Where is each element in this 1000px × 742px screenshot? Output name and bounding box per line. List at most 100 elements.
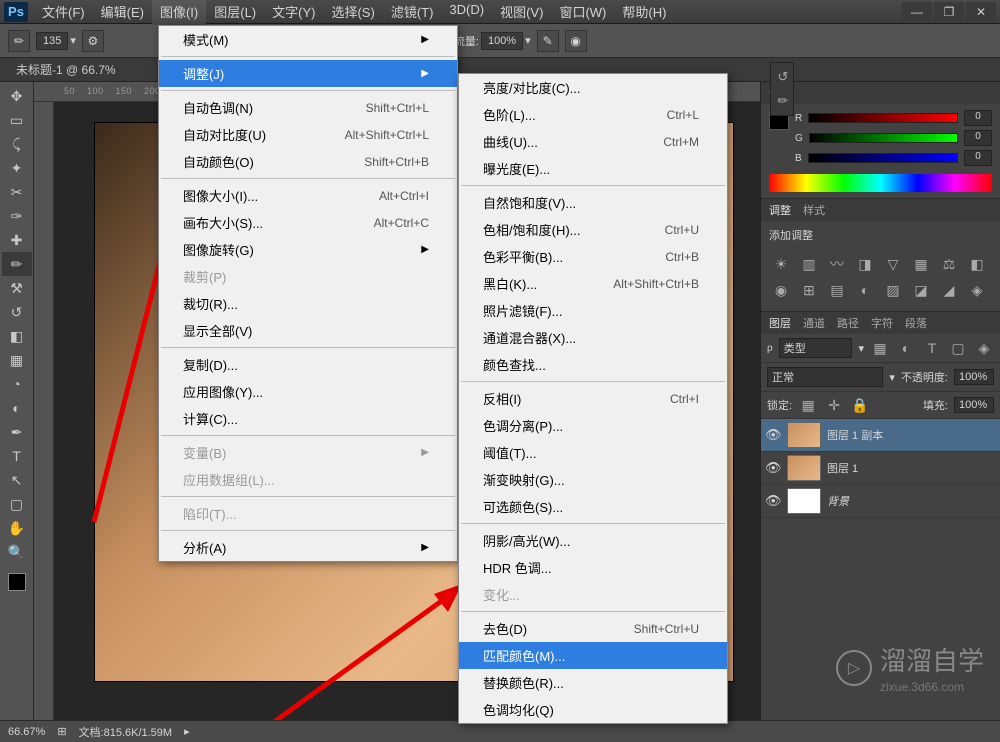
menu-item[interactable]: 色彩平衡(B)...Ctrl+B — [459, 243, 727, 270]
r-value[interactable]: 0 — [964, 110, 992, 126]
layer-name[interactable]: 背景 — [827, 493, 849, 509]
layer-thumbnail[interactable] — [787, 455, 821, 481]
brush-tool[interactable]: ✏ — [2, 252, 32, 276]
color-spectrum[interactable] — [769, 174, 992, 192]
b-value[interactable]: 0 — [964, 150, 992, 166]
visibility-icon[interactable]: 👁 — [765, 493, 781, 509]
styles-tab[interactable]: 样式 — [803, 202, 825, 218]
move-tool[interactable]: ✥ — [2, 84, 32, 108]
menu-item[interactable]: 反相(I)Ctrl+I — [459, 385, 727, 412]
history-icon[interactable]: ↺ — [773, 67, 793, 87]
menu-y[interactable]: 文字(Y) — [264, 0, 323, 25]
g-slider[interactable] — [809, 133, 958, 143]
b-slider[interactable] — [808, 153, 958, 163]
healing-tool[interactable]: ✚ — [2, 228, 32, 252]
layer-thumbnail[interactable] — [787, 488, 821, 514]
brightness-icon[interactable]: ☀ — [771, 255, 791, 273]
menu-item[interactable]: 去色(D)Shift+Ctrl+U — [459, 615, 727, 642]
brush-size-value[interactable]: 135 — [36, 32, 68, 50]
menu-item[interactable]: 色阶(L)...Ctrl+L — [459, 101, 727, 128]
layer-row[interactable]: 👁 图层 1 — [761, 452, 1000, 485]
paths-tab[interactable]: 路径 — [837, 315, 859, 331]
foreground-color[interactable] — [2, 570, 32, 594]
menu-item[interactable]: 阈值(T)... — [459, 439, 727, 466]
menu-item[interactable]: 替换颜色(R)... — [459, 669, 727, 696]
crop-tool[interactable]: ✂ — [2, 180, 32, 204]
gradient-tool[interactable]: ▦ — [2, 348, 32, 372]
ruler-vertical[interactable] — [34, 102, 54, 734]
adjustments-tab[interactable]: 调整 — [769, 202, 791, 218]
marquee-tool[interactable]: ▭ — [2, 108, 32, 132]
eraser-tool[interactable]: ◧ — [2, 324, 32, 348]
history-brush-tool[interactable]: ↺ — [2, 300, 32, 324]
brush-presets-icon[interactable]: ✏ — [773, 91, 793, 111]
balance-icon[interactable]: ⚖ — [939, 255, 959, 273]
menu-i[interactable]: 图像(I) — [152, 0, 206, 25]
menu-item[interactable]: 自然饱和度(V)... — [459, 189, 727, 216]
bw-icon[interactable]: ◧ — [967, 255, 987, 273]
menu-item[interactable]: 模式(M)▶ — [159, 26, 457, 53]
menu-item[interactable]: 自动色调(N)Shift+Ctrl+L — [159, 94, 457, 121]
lock-pos-icon[interactable]: ✛ — [824, 396, 844, 414]
vibrance-icon[interactable]: ▽ — [883, 255, 903, 273]
menu-item[interactable]: 曝光度(E)... — [459, 155, 727, 182]
filter-img-icon[interactable]: ▦ — [870, 339, 890, 357]
menu-item[interactable]: 色相/饱和度(H)...Ctrl+U — [459, 216, 727, 243]
layer-filter-type[interactable]: 类型 — [779, 338, 853, 358]
filter-smart-icon[interactable]: ◈ — [974, 339, 994, 357]
menu-item[interactable]: 复制(D)... — [159, 351, 457, 378]
menu-e[interactable]: 编辑(E) — [93, 0, 152, 25]
curves-icon[interactable]: 〰 — [827, 255, 847, 273]
r-slider[interactable] — [808, 113, 958, 123]
selective-icon[interactable]: ◈ — [967, 281, 987, 299]
menu-v[interactable]: 视图(V) — [492, 0, 551, 25]
menu-item[interactable]: 黑白(K)...Alt+Shift+Ctrl+B — [459, 270, 727, 297]
layer-name[interactable]: 图层 1 — [827, 460, 858, 476]
menu-item[interactable]: 画布大小(S)...Alt+Ctrl+C — [159, 209, 457, 236]
menu-item[interactable]: 曲线(U)...Ctrl+M — [459, 128, 727, 155]
invert-icon[interactable]: ◐ — [855, 281, 875, 299]
layers-tab[interactable]: 图层 — [769, 315, 791, 331]
filter-shape-icon[interactable]: ▢ — [948, 339, 968, 357]
blend-mode[interactable]: 正常 — [767, 367, 883, 387]
layer-row[interactable]: 👁 背景 — [761, 485, 1000, 518]
fill-value[interactable]: 100% — [954, 397, 994, 413]
minimize-button[interactable]: — — [902, 2, 932, 22]
menu-item[interactable]: 渐变映射(G)... — [459, 466, 727, 493]
pressure-icon[interactable]: ✎ — [537, 30, 559, 52]
menu-item[interactable]: 应用图像(Y)... — [159, 378, 457, 405]
lasso-tool[interactable]: ⤹ — [2, 132, 32, 156]
menu-item[interactable]: 图像大小(I)...Alt+Ctrl+I — [159, 182, 457, 209]
brush-panel-icon[interactable]: ⚙ — [82, 30, 104, 52]
menu-item[interactable]: HDR 色调... — [459, 554, 727, 581]
levels-icon[interactable]: ▥ — [799, 255, 819, 273]
lock-pixels-icon[interactable]: ▦ — [798, 396, 818, 414]
menu-h[interactable]: 帮助(H) — [614, 0, 674, 25]
menu-item[interactable]: 通道混合器(X)... — [459, 324, 727, 351]
menu-item[interactable]: 匹配颜色(M)... — [459, 642, 727, 669]
pen-tool[interactable]: ✒ — [2, 420, 32, 444]
menu-s[interactable]: 选择(S) — [323, 0, 382, 25]
menu-item[interactable]: 分析(A)▶ — [159, 534, 457, 561]
menu-item[interactable]: 图像旋转(G)▶ — [159, 236, 457, 263]
brush-preset-icon[interactable]: ✏ — [8, 30, 30, 52]
menu-f[interactable]: 文件(F) — [34, 0, 93, 25]
close-button[interactable]: ✕ — [966, 2, 996, 22]
doc-info[interactable]: 文档:815.6K/1.59M — [79, 724, 173, 740]
menu-item[interactable]: 裁切(R)... — [159, 290, 457, 317]
opacity-value[interactable]: 100% — [954, 369, 994, 385]
dodge-tool[interactable]: ◐ — [2, 396, 32, 420]
menu-l[interactable]: 图层(L) — [206, 0, 264, 25]
layer-thumbnail[interactable] — [787, 422, 821, 448]
eyedropper-tool[interactable]: ✑ — [2, 204, 32, 228]
filter-type-icon[interactable]: T — [922, 339, 942, 357]
lock-all-icon[interactable]: 🔒 — [850, 396, 870, 414]
menu-t[interactable]: 滤镜(T) — [383, 0, 442, 25]
filter-icon[interactable]: ◉ — [771, 281, 791, 299]
wand-tool[interactable]: ✦ — [2, 156, 32, 180]
g-value[interactable]: 0 — [964, 130, 992, 146]
visibility-icon[interactable]: 👁 — [765, 460, 781, 476]
paragraph-tab[interactable]: 段落 — [905, 315, 927, 331]
layer-row[interactable]: 👁 图层 1 副本 — [761, 419, 1000, 452]
path-tool[interactable]: ↖ — [2, 468, 32, 492]
